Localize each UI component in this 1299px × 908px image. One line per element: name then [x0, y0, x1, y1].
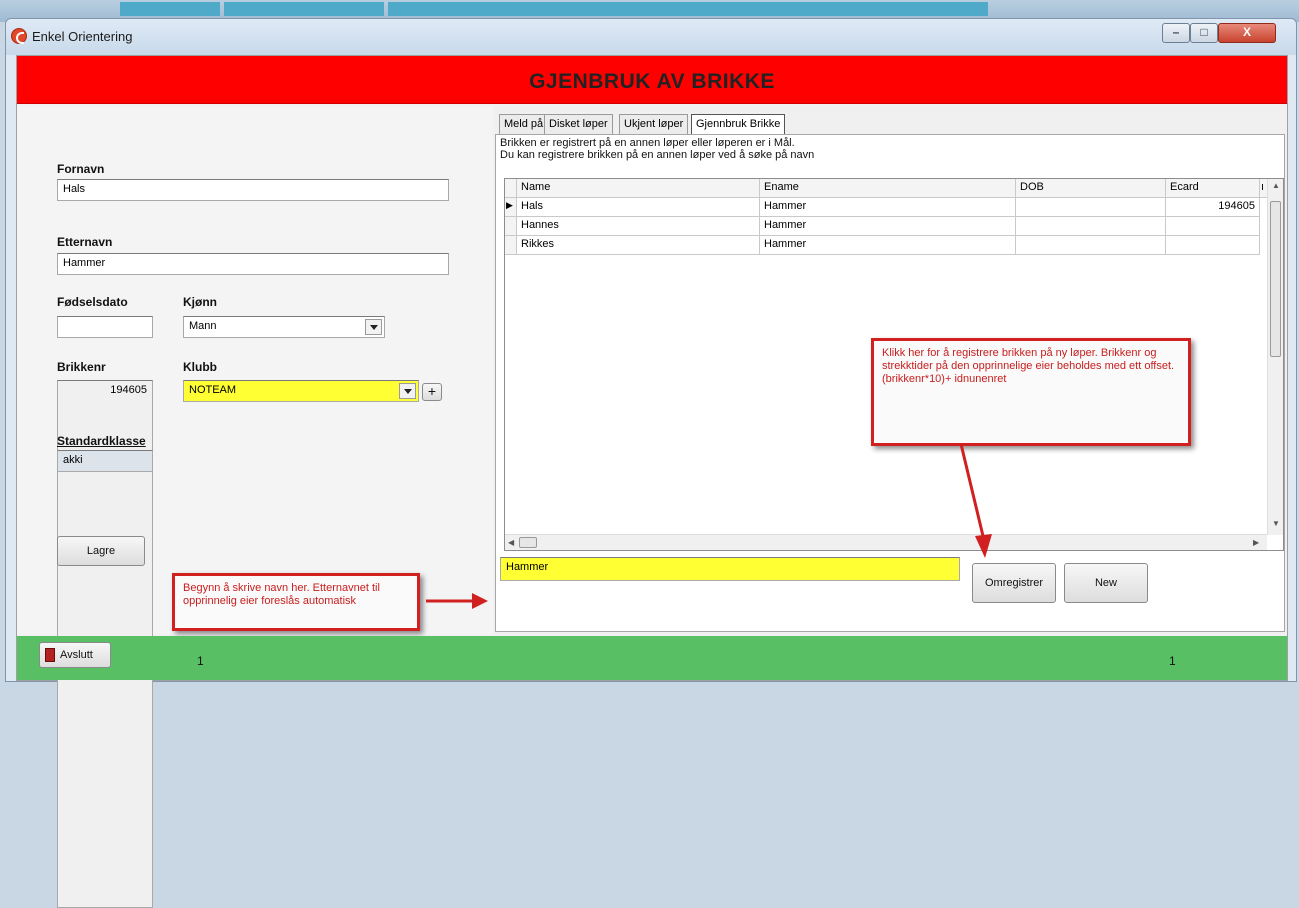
save-button[interactable]: Lagre	[57, 536, 145, 566]
maximize-icon: □	[1200, 25, 1208, 39]
table-row[interactable]: Hannes Hammer	[505, 217, 1267, 236]
status-count-right: 1	[1169, 654, 1176, 668]
column-header-ecard[interactable]: Ecard	[1166, 179, 1260, 198]
fornavn-input[interactable]: Hals	[57, 179, 449, 201]
scroll-up-icon[interactable]: ▲	[1272, 181, 1280, 190]
chevron-down-icon[interactable]	[365, 319, 382, 335]
tab-meld-pa[interactable]: Meld på	[499, 114, 549, 134]
cell-ecard[interactable]	[1166, 236, 1260, 255]
tab-ukjent-loper[interactable]: Ukjent løper	[619, 114, 689, 134]
klubb-value: NOTEAM	[189, 384, 237, 396]
scroll-right-icon[interactable]: ▶	[1253, 538, 1259, 547]
cell-ename[interactable]: Hammer	[760, 236, 1016, 255]
close-button[interactable]: X	[1218, 23, 1276, 43]
row-indicator	[505, 217, 517, 236]
chevron-down-icon[interactable]	[399, 383, 416, 399]
cell-name[interactable]: Rikkes	[517, 236, 760, 255]
background-cell	[120, 2, 220, 16]
cell-ename[interactable]: Hammer	[760, 198, 1016, 217]
title-bar: Enkel Orientering – □ X	[6, 19, 1296, 55]
etternavn-label: Etternavn	[57, 235, 113, 249]
reregister-button[interactable]: Omregistrer	[972, 563, 1056, 603]
standardklasse-input[interactable]: akki	[57, 450, 153, 472]
new-button[interactable]: New	[1064, 563, 1148, 603]
background-cell	[224, 2, 384, 16]
tab-page-gjenbruk: Brikken er registrert på en annen løper …	[495, 134, 1285, 632]
tab-disket-loper[interactable]: Disket løper	[544, 114, 613, 134]
page-header: GJENBRUK AV BRIKKE	[17, 56, 1287, 104]
app-window: Enkel Orientering – □ X GJENBRUK AV BRIK…	[5, 18, 1297, 908]
column-header-dob[interactable]: DOB	[1016, 179, 1166, 198]
cell-name[interactable]: Hals	[517, 198, 760, 217]
background-cell	[388, 2, 988, 16]
klubb-label: Klubb	[183, 360, 217, 374]
reregister-hint-callout: Klikk her for å registrere brikken på ny…	[871, 338, 1191, 446]
scroll-down-icon[interactable]: ▼	[1272, 519, 1280, 528]
kjonn-select[interactable]: Mann	[183, 316, 385, 338]
fodselsdato-input[interactable]	[57, 316, 153, 338]
search-input[interactable]: Hammer	[500, 557, 960, 581]
fodselsdato-label: Fødselsdato	[57, 295, 128, 309]
runner-form: Fornavn Hals Etternavn Hammer Fødselsdat…	[17, 106, 493, 908]
cell-ecard[interactable]	[1166, 217, 1260, 236]
exit-door-icon	[45, 648, 55, 662]
column-header-name[interactable]: Name	[517, 179, 760, 198]
cell-dob[interactable]	[1016, 236, 1166, 255]
reregister-arrow-icon	[959, 443, 992, 558]
client-area: GJENBRUK AV BRIKKE Fornavn Hals Etternav…	[16, 55, 1288, 908]
brikkenr-label: Brikkenr	[57, 360, 106, 374]
row-header-cell	[505, 179, 517, 198]
cell-dob[interactable]	[1016, 217, 1166, 236]
etternavn-input[interactable]: Hammer	[57, 253, 449, 275]
fornavn-label: Fornavn	[57, 162, 105, 176]
name-hint-callout: Begynn å skrive navn her. Etternavnet ti…	[172, 573, 420, 631]
right-panel: Meld på Disket løper Ukjent løper Gjennb…	[495, 106, 1287, 634]
standardklasse-label: Standardklasse	[57, 434, 146, 448]
app-logo-icon	[11, 28, 27, 44]
exit-button[interactable]: Avslutt	[39, 642, 111, 668]
info-text: Brikken er registrert på en annen løper …	[500, 137, 814, 161]
kjonn-label: Kjønn	[183, 295, 217, 309]
kjonn-value: Mann	[189, 320, 217, 332]
row-indicator	[505, 236, 517, 255]
table-row[interactable]: Rikkes Hammer	[505, 236, 1267, 255]
minimize-button[interactable]: –	[1162, 23, 1190, 43]
column-header-ename[interactable]: Ename	[760, 179, 1016, 198]
vertical-scrollbar[interactable]: ▲ ▼	[1267, 179, 1283, 535]
cell-name[interactable]: Hannes	[517, 217, 760, 236]
info-line: Brikken er registrert på en annen løper …	[500, 137, 795, 149]
page-title: GJENBRUK AV BRIKKE	[529, 70, 775, 93]
cell-dob[interactable]	[1016, 198, 1166, 217]
scroll-thumb[interactable]	[1270, 201, 1281, 357]
cell-ecard[interactable]: 194605	[1166, 198, 1260, 217]
window-title: Enkel Orientering	[32, 29, 133, 44]
maximize-button[interactable]: □	[1190, 23, 1218, 43]
klubb-select[interactable]: NOTEAM	[183, 380, 419, 402]
add-club-button[interactable]: +	[422, 383, 442, 401]
name-arrow-icon	[426, 593, 488, 609]
table-row[interactable]: ▶ Hals Hammer 194605	[505, 198, 1267, 217]
exit-label: Avslutt	[60, 649, 93, 661]
tab-gjenbruk-brikke[interactable]: Gjennbruk Brikke	[691, 114, 786, 134]
row-indicator-icon: ▶	[505, 198, 517, 217]
info-line: Du kan registrere brikken på en annen lø…	[500, 149, 815, 161]
minimize-icon: –	[1172, 25, 1180, 39]
horizontal-scrollbar[interactable]: ◀ ▶	[505, 534, 1267, 550]
cell-ename[interactable]: Hammer	[760, 217, 1016, 236]
status-bar: Avslutt 1 1	[17, 636, 1287, 680]
status-count-left: 1	[197, 654, 204, 668]
close-icon: X	[1242, 25, 1251, 39]
scroll-left-icon[interactable]: ◀	[508, 538, 514, 547]
scroll-thumb[interactable]	[519, 537, 537, 548]
grid-header-row: Name Ename DOB Ecard ı	[505, 179, 1270, 198]
